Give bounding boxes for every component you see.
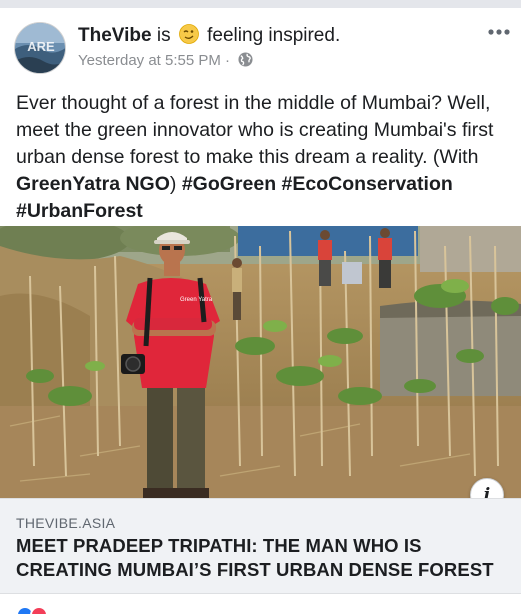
post-text-intro: Ever thought of a forest in the middle o… [16,92,494,168]
post-photo[interactable]: Green Yatra [0,226,521,498]
author-avatar[interactable]: ARE [14,22,66,74]
post-header: ARE TheVibe is feeling inspired. Yesterd… [14,22,514,76]
globe-icon[interactable] [238,52,253,67]
link-domain: THEVIBE.ASIA [16,515,116,531]
inspired-emoji-icon [178,24,199,44]
hashtag-urbanforest[interactable]: #UrbanForest [16,200,143,222]
hashtag-ecoconservation[interactable]: #EcoConservation [282,173,453,195]
hashtag-gogreen[interactable]: #GoGreen [182,173,276,195]
more-horizontal-icon[interactable] [486,24,514,40]
feeling-text: feeling inspired. [207,25,341,46]
shirt-logo-text: Green Yatra [180,297,213,303]
meta-separator: · [225,52,231,69]
post-text-close: ) [169,173,182,195]
link-preview-card[interactable]: THEVIBE.ASIA MEET PRADEEP TRIPATHI: THE … [0,498,521,594]
top-divider [0,0,521,8]
love-reaction-icon [30,606,48,614]
tagged-page-link[interactable]: GreenYatra NGO [16,173,170,195]
post-body: Ever thought of a forest in the middle o… [16,90,511,225]
is-word: is [156,25,171,46]
post-timestamp[interactable]: Yesterday at 5:55 PM [78,52,221,69]
author-name[interactable]: TheVibe [78,25,152,46]
svg-text:ARE: ARE [27,39,55,54]
link-title[interactable]: MEET PRADEEP TRIPATHI: THE MAN WHO IS CR… [16,534,516,582]
